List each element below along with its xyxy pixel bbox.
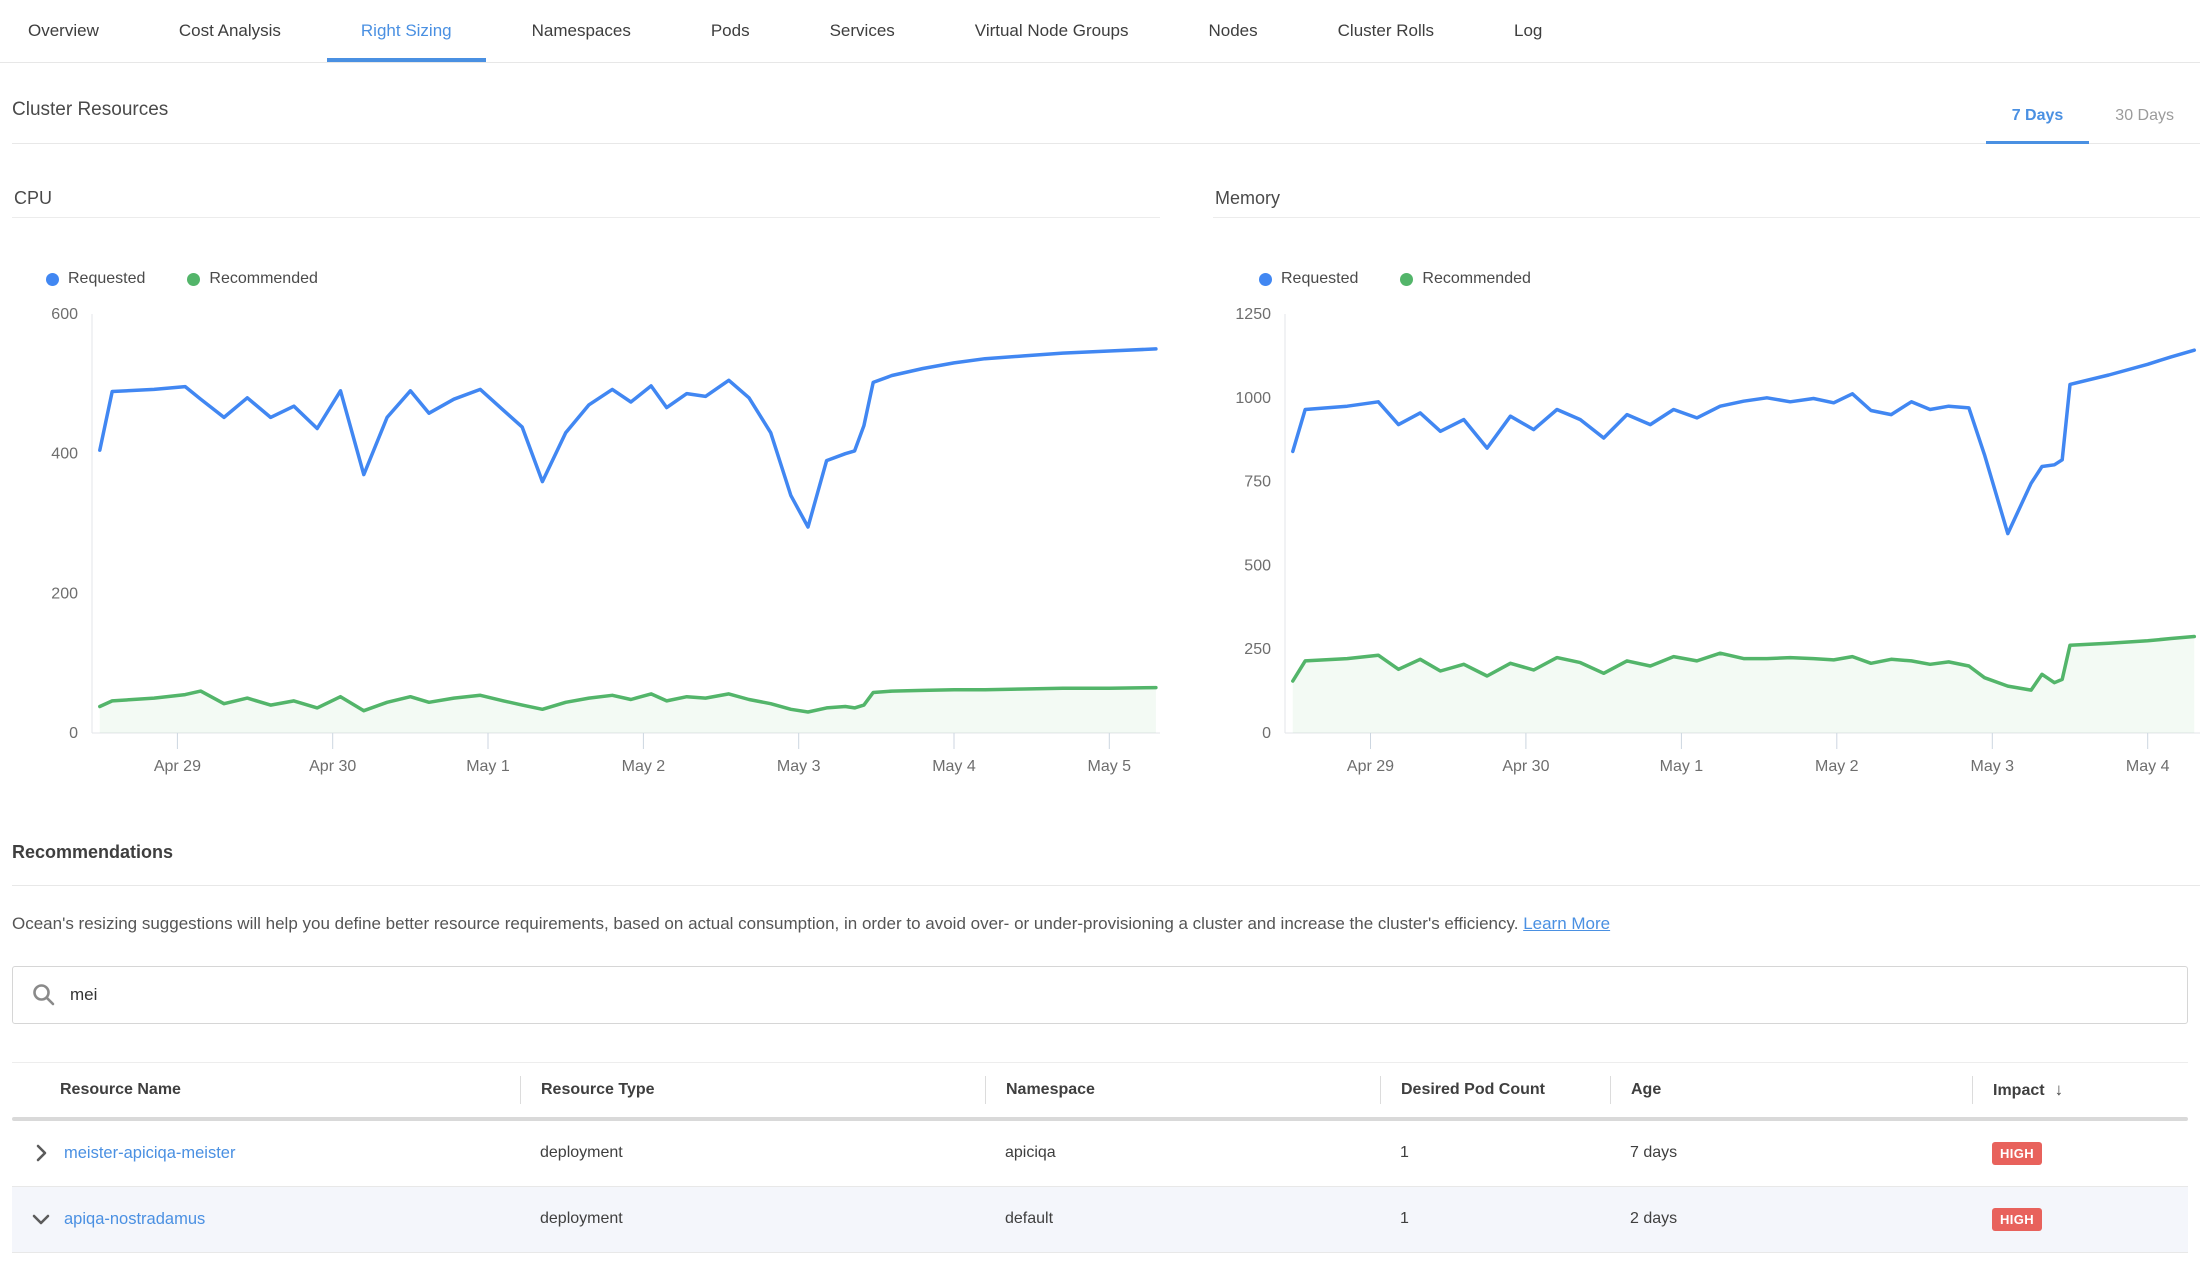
impact-high-badge: HIGH (1992, 1208, 2042, 1231)
column-header-namespace[interactable]: Namespace (985, 1076, 1380, 1104)
resource-type-cell: deployment (520, 1210, 985, 1228)
memory-line-chart: 0 250 500 750 1000 1250 Apr 29 Apr 30 May 1 May 2… (1213, 308, 2200, 778)
svg-text:May 3: May 3 (1971, 758, 2015, 775)
column-header-impact[interactable]: Impact ↓ (1972, 1076, 2188, 1104)
svg-text:Apr 29: Apr 29 (1347, 758, 1394, 775)
range-tab-7-days[interactable]: 7 Days (1986, 107, 2090, 144)
tab-cluster-rolls[interactable]: Cluster Rolls (1298, 0, 1474, 62)
svg-text:750: 750 (1244, 474, 1271, 491)
range-tab-30-days[interactable]: 30 Days (2089, 107, 2200, 144)
top-tab-bar: OverviewCost AnalysisRight SizingNamespa… (0, 0, 2200, 63)
chevron-right-icon[interactable] (28, 1140, 54, 1166)
svg-text:May 1: May 1 (466, 758, 510, 775)
table-row[interactable]: meister-apiciqa-meister deployment apici… (12, 1121, 2188, 1187)
legend-dot-icon (187, 273, 200, 286)
resource-name-link[interactable]: meister-apiciqa-meister (64, 1144, 235, 1163)
column-header-desired-pod-count[interactable]: Desired Pod Count (1380, 1076, 1610, 1104)
tab-right-sizing[interactable]: Right Sizing (321, 0, 492, 62)
memory-chart-legend: Requested Recommended (1259, 270, 2200, 288)
tab-cost-analysis[interactable]: Cost Analysis (139, 0, 321, 62)
svg-text:200: 200 (51, 585, 78, 602)
namespace-cell: default (985, 1210, 1380, 1228)
legend-item-requested[interactable]: Requested (1259, 270, 1358, 288)
memory-chart-title: Memory (1213, 188, 2200, 218)
memory-chart-panel: Memory Requested Recommended 0 250 500 750 10… (1213, 188, 2200, 778)
impact-high-badge: HIGH (1992, 1142, 2042, 1165)
recommendations-description: Ocean's resizing suggestions will help y… (12, 912, 2188, 936)
resource-type-cell: deployment (520, 1144, 985, 1162)
legend-dot-icon (46, 273, 59, 286)
cpu-chart-panel: CPU Requested Recommended 0 200 400 600 Apr 2… (12, 188, 1160, 778)
learn-more-link[interactable]: Learn More (1523, 914, 1610, 933)
charts-row: CPU Requested Recommended 0 200 400 600 Apr 2… (12, 188, 2200, 778)
legend-dot-icon (1259, 273, 1272, 286)
svg-text:May 5: May 5 (1088, 758, 1132, 775)
legend-item-recommended[interactable]: Recommended (187, 270, 318, 288)
table-row[interactable]: apiqa-nostradamus deployment default 1 2… (12, 1187, 2188, 1253)
legend-item-recommended[interactable]: Recommended (1400, 270, 1531, 288)
tab-services[interactable]: Services (790, 0, 935, 62)
desired-pod-count-cell: 1 (1380, 1210, 1610, 1228)
chevron-down-icon[interactable] (28, 1206, 54, 1232)
tab-nodes[interactable]: Nodes (1169, 0, 1298, 62)
recommendations-title: Recommendations (12, 842, 2200, 886)
legend-dot-icon (1400, 273, 1413, 286)
tab-log[interactable]: Log (1474, 0, 1582, 62)
svg-text:May 1: May 1 (1660, 758, 1704, 775)
search-input-value: mei (70, 985, 97, 1005)
age-cell: 2 days (1610, 1210, 1972, 1228)
svg-text:400: 400 (51, 446, 78, 463)
tab-pods[interactable]: Pods (671, 0, 790, 62)
recommendations-description-text: Ocean's resizing suggestions will help y… (12, 914, 1518, 933)
svg-text:600: 600 (51, 308, 78, 323)
recommendations-table: Resource Name Resource Type Namespace De… (12, 1062, 2188, 1253)
search-input[interactable]: mei (12, 966, 2188, 1024)
column-header-resource-name[interactable]: Resource Name (12, 1076, 520, 1104)
column-header-age[interactable]: Age (1610, 1076, 1972, 1104)
column-header-resource-type[interactable]: Resource Type (520, 1076, 985, 1104)
cpu-chart-legend: Requested Recommended (46, 270, 1160, 288)
svg-text:Apr 30: Apr 30 (309, 758, 356, 775)
desired-pod-count-cell: 1 (1380, 1144, 1610, 1162)
cpu-line-chart: 0 200 400 600 Apr 29 Apr 30 May 1 May 2 May 3 May… (12, 308, 1160, 778)
namespace-cell: apiciqa (985, 1144, 1380, 1162)
svg-text:May 2: May 2 (622, 758, 666, 775)
svg-text:0: 0 (69, 725, 78, 742)
column-header-impact-label: Impact (1993, 1082, 2045, 1099)
resource-name-link[interactable]: apiqa-nostradamus (64, 1210, 205, 1229)
svg-text:May 4: May 4 (932, 758, 976, 775)
svg-text:1250: 1250 (1235, 308, 1271, 323)
svg-text:Apr 29: Apr 29 (154, 758, 201, 775)
svg-text:500: 500 (1244, 557, 1271, 574)
section-title: Cluster Resources (12, 99, 168, 143)
tab-namespaces[interactable]: Namespaces (492, 0, 671, 62)
age-cell: 7 days (1610, 1144, 1972, 1162)
tab-virtual-node-groups[interactable]: Virtual Node Groups (935, 0, 1169, 62)
table-header-row: Resource Name Resource Type Namespace De… (12, 1063, 2188, 1117)
time-range-tabs: 7 Days 30 Days (1986, 107, 2200, 143)
search-icon (31, 982, 56, 1007)
svg-text:0: 0 (1262, 725, 1271, 742)
svg-text:1000: 1000 (1235, 390, 1271, 407)
tab-overview[interactable]: Overview (0, 0, 139, 62)
svg-text:May 4: May 4 (2126, 758, 2170, 775)
svg-text:May 3: May 3 (777, 758, 821, 775)
cpu-chart-title: CPU (12, 188, 1160, 218)
cluster-resources-header: Cluster Resources 7 Days 30 Days (12, 63, 2200, 144)
svg-text:Apr 30: Apr 30 (1502, 758, 1549, 775)
svg-text:May 2: May 2 (1815, 758, 1859, 775)
legend-item-requested[interactable]: Requested (46, 270, 145, 288)
sort-desc-icon[interactable]: ↓ (2055, 1080, 2064, 1099)
svg-text:250: 250 (1244, 641, 1271, 658)
